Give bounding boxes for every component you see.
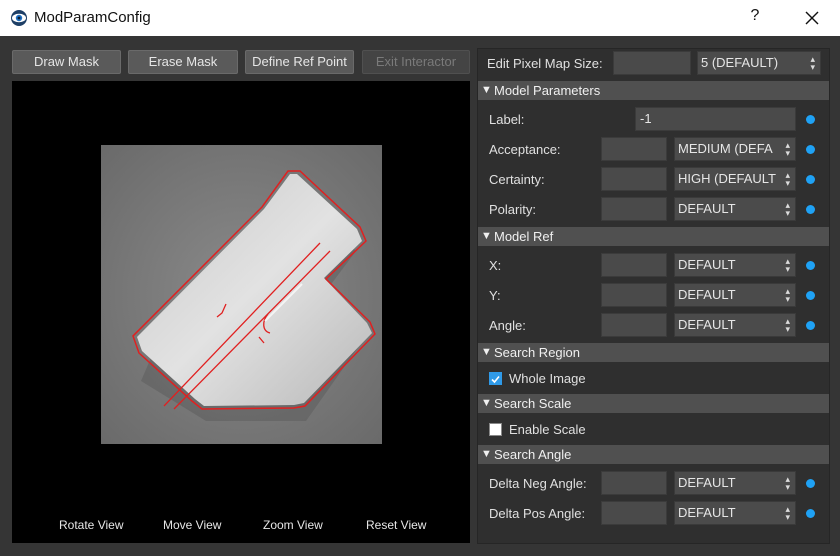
enable-scale-label: Enable Scale	[509, 422, 586, 437]
section-title: Model Parameters	[494, 83, 601, 98]
certainty-field[interactable]	[601, 167, 667, 191]
status-dot-icon	[806, 509, 815, 518]
status-dot-icon	[806, 145, 815, 154]
angle-select[interactable]: DEFAULT ▴ ▾	[674, 313, 796, 337]
x-field[interactable]	[601, 253, 667, 277]
status-dot-icon	[806, 321, 815, 330]
angle-label: Angle:	[489, 318, 526, 333]
collapse-triangle-icon: ▼	[481, 397, 492, 409]
x-select[interactable]: DEFAULT ▴ ▾	[674, 253, 796, 277]
help-button[interactable]: ?	[745, 7, 765, 29]
dialog-content: Draw Mask Erase Mask Define Ref Point Ex…	[0, 36, 840, 556]
delta-pos-angle-label: Delta Pos Angle:	[489, 506, 586, 521]
y-label: Y:	[489, 288, 501, 303]
title-bar: ModParamConfig ?	[0, 0, 840, 36]
status-dot-icon	[806, 175, 815, 184]
window-title: ModParamConfig	[34, 9, 151, 26]
collapse-triangle-icon: ▼	[481, 84, 492, 96]
parameter-panel: Edit Pixel Map Size: 5 (DEFAULT) ▴ ▾ ▼ Mo…	[477, 48, 830, 544]
delta-neg-angle-value: DEFAULT	[678, 475, 736, 490]
polarity-value: DEFAULT	[678, 201, 736, 216]
spin-arrows-icon: ▴ ▾	[785, 170, 790, 188]
reset-view-button[interactable]: Reset View	[366, 518, 426, 532]
delta-pos-angle-value: DEFAULT	[678, 505, 736, 520]
y-value: DEFAULT	[678, 287, 736, 302]
certainty-label: Certainty:	[489, 172, 545, 187]
status-dot-icon	[806, 291, 815, 300]
pixel-map-size-label: Edit Pixel Map Size:	[487, 56, 603, 71]
acceptance-field[interactable]	[601, 137, 667, 161]
status-dot-icon	[806, 205, 815, 214]
polarity-field[interactable]	[601, 197, 667, 221]
pixel-map-size-select[interactable]: 5 (DEFAULT) ▴ ▾	[697, 51, 821, 75]
erase-mask-button[interactable]: Erase Mask	[128, 50, 238, 74]
certainty-value: HIGH (DEFAULT	[678, 171, 776, 186]
label-field[interactable]: -1	[635, 107, 796, 131]
model-parameters-header[interactable]: ▼ Model Parameters	[478, 81, 829, 100]
zoom-view-button[interactable]: Zoom View	[263, 518, 323, 532]
section-title: Search Angle	[494, 447, 572, 462]
delta-pos-angle-field[interactable]	[601, 501, 667, 525]
rotate-view-button[interactable]: Rotate View	[59, 518, 123, 532]
move-view-button[interactable]: Move View	[163, 518, 221, 532]
delta-neg-angle-label: Delta Neg Angle:	[489, 476, 587, 491]
spin-arrows-icon: ▴ ▾	[810, 54, 815, 72]
y-field[interactable]	[601, 283, 667, 307]
label-label: Label:	[489, 112, 525, 127]
y-select[interactable]: DEFAULT ▴ ▾	[674, 283, 796, 307]
acceptance-value: MEDIUM (DEFA	[678, 141, 773, 156]
status-dot-icon	[806, 479, 815, 488]
app-eye-icon	[11, 10, 27, 26]
image-viewer[interactable]: Rotate View Move View Zoom View Reset Vi…	[12, 81, 470, 543]
status-dot-icon	[806, 115, 815, 124]
search-scale-header[interactable]: ▼ Search Scale	[478, 394, 829, 413]
search-angle-header[interactable]: ▼ Search Angle	[478, 445, 829, 464]
delta-pos-angle-select[interactable]: DEFAULT ▴ ▾	[674, 501, 796, 525]
acceptance-select[interactable]: MEDIUM (DEFA ▴ ▾	[674, 137, 796, 161]
whole-image-checkbox[interactable]	[489, 372, 502, 385]
define-ref-point-button[interactable]: Define Ref Point	[245, 50, 354, 74]
status-dot-icon	[806, 261, 815, 270]
spin-arrows-icon: ▴ ▾	[785, 286, 790, 304]
angle-value: DEFAULT	[678, 317, 736, 332]
mod-param-config-window: ModParamConfig ? Draw Mask Erase Mask De…	[0, 0, 840, 556]
section-title: Search Scale	[494, 396, 572, 411]
collapse-triangle-icon: ▼	[481, 448, 492, 460]
spin-arrows-icon: ▴ ▾	[785, 200, 790, 218]
section-title: Model Ref	[494, 229, 554, 244]
delta-neg-angle-field[interactable]	[601, 471, 667, 495]
delta-neg-angle-select[interactable]: DEFAULT ▴ ▾	[674, 471, 796, 495]
draw-mask-button[interactable]: Draw Mask	[12, 50, 121, 74]
collapse-triangle-icon: ▼	[481, 346, 492, 358]
spin-arrows-icon: ▴ ▾	[785, 140, 790, 158]
spin-arrows-icon: ▴ ▾	[785, 316, 790, 334]
exit-interactor-button[interactable]: Exit Interactor	[362, 50, 470, 74]
section-title: Search Region	[494, 345, 580, 360]
angle-field[interactable]	[601, 313, 667, 337]
search-region-header[interactable]: ▼ Search Region	[478, 343, 829, 362]
enable-scale-checkbox[interactable]	[489, 423, 502, 436]
collapse-triangle-icon: ▼	[481, 230, 492, 242]
close-icon[interactable]	[800, 6, 824, 30]
model-ref-header[interactable]: ▼ Model Ref	[478, 227, 829, 246]
x-label: X:	[489, 258, 502, 273]
whole-image-label: Whole Image	[509, 371, 586, 386]
model-image	[101, 145, 382, 444]
spin-arrows-icon: ▴ ▾	[785, 256, 790, 274]
polarity-label: Polarity:	[489, 202, 536, 217]
checkmark-icon	[491, 375, 500, 384]
spin-arrows-icon: ▴ ▾	[785, 474, 790, 492]
certainty-select[interactable]: HIGH (DEFAULT ▴ ▾	[674, 167, 796, 191]
pixel-map-size-field[interactable]	[613, 51, 691, 75]
acceptance-label: Acceptance:	[489, 142, 561, 157]
polarity-select[interactable]: DEFAULT ▴ ▾	[674, 197, 796, 221]
x-value: DEFAULT	[678, 257, 736, 272]
spin-arrows-icon: ▴ ▾	[785, 504, 790, 522]
pixel-map-size-value: 5 (DEFAULT)	[701, 55, 779, 70]
